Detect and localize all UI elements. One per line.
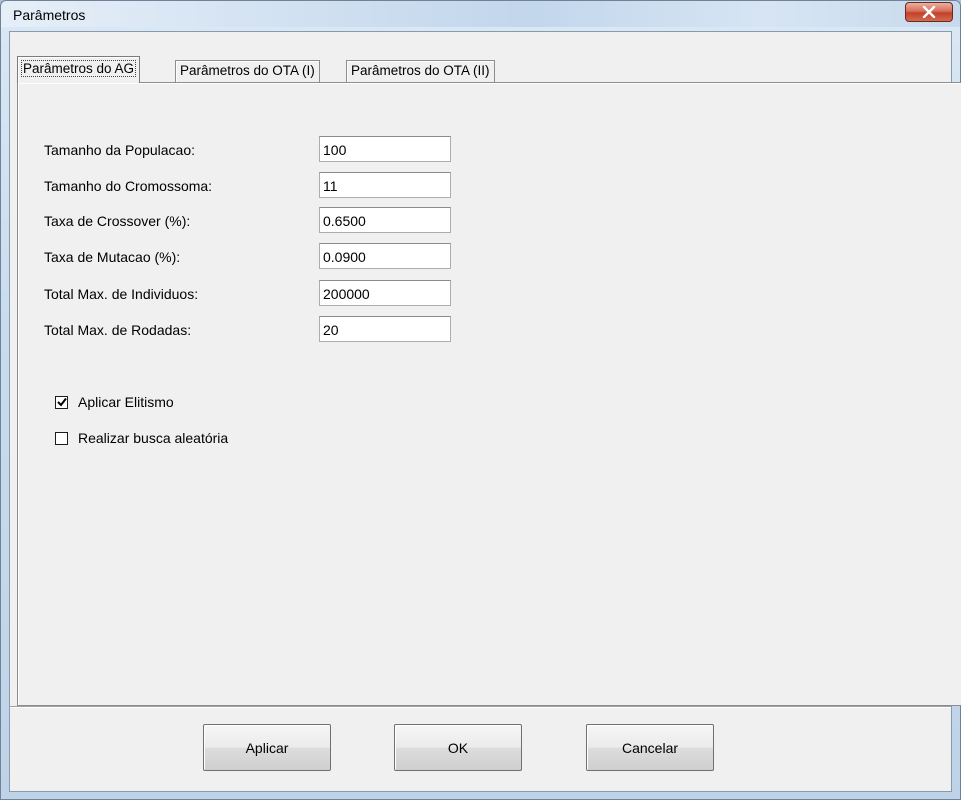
elitism-option[interactable]: Aplicar Elitismo (55, 394, 174, 410)
checkmark-icon (56, 397, 67, 407)
tab-label: Parâmetros do AG (20, 60, 137, 77)
apply-button[interactable]: Aplicar (203, 724, 331, 771)
random-search-option[interactable]: Realizar busca aleatória (55, 430, 228, 446)
close-icon (922, 6, 936, 18)
max-rounds-input[interactable] (319, 316, 451, 342)
mutation-rate-input[interactable] (319, 243, 451, 269)
tab-parametros-ota-1[interactable]: Parâmetros do OTA (I) (175, 60, 320, 82)
tab-label: Parâmetros do OTA (I) (180, 63, 315, 78)
chromosome-size-label: Tamanho do Cromossoma: (44, 178, 213, 194)
tab-label: Parâmetros do OTA (II) (351, 63, 490, 78)
crossover-rate-input[interactable] (319, 207, 451, 233)
window-title: Parâmetros (13, 7, 86, 23)
population-size-input[interactable] (319, 136, 451, 162)
random-search-label: Realizar busca aleatória (78, 430, 229, 446)
ok-button[interactable]: OK (394, 724, 522, 771)
elitism-label: Aplicar Elitismo (78, 394, 174, 410)
cancel-button[interactable]: Cancelar (586, 724, 714, 771)
dialog-client-area: Parâmetros do AG Parâmetros do OTA (I) P… (9, 31, 961, 792)
crossover-rate-label: Taxa de Crossover (%): (44, 213, 191, 229)
max-individuals-label: Total Max. de Individuos: (44, 286, 199, 302)
chromosome-size-input[interactable] (319, 172, 451, 198)
tab-parametros-ag[interactable]: Parâmetros do AG (17, 56, 141, 83)
mutation-rate-label: Taxa de Mutacao (%): (44, 249, 181, 265)
title-bar[interactable]: Parâmetros (1, 1, 960, 27)
dialog-window: Parâmetros Parâmetros do AG Parâmetros d… (0, 0, 961, 800)
population-size-label: Tamanho da Populacao: (44, 142, 195, 158)
footer-divider (10, 706, 951, 708)
elitism-checkbox[interactable] (55, 395, 68, 409)
max-rounds-label: Total Max. de Rodadas: (44, 322, 192, 338)
random-search-checkbox[interactable] (55, 431, 68, 445)
tab-parametros-ota-2[interactable]: Parâmetros do OTA (II) (346, 60, 495, 82)
tab-panel: Tamanho da Populacao: Tamanho do Cromoss… (17, 82, 961, 706)
close-button[interactable] (905, 2, 953, 22)
max-individuals-input[interactable] (319, 280, 451, 306)
